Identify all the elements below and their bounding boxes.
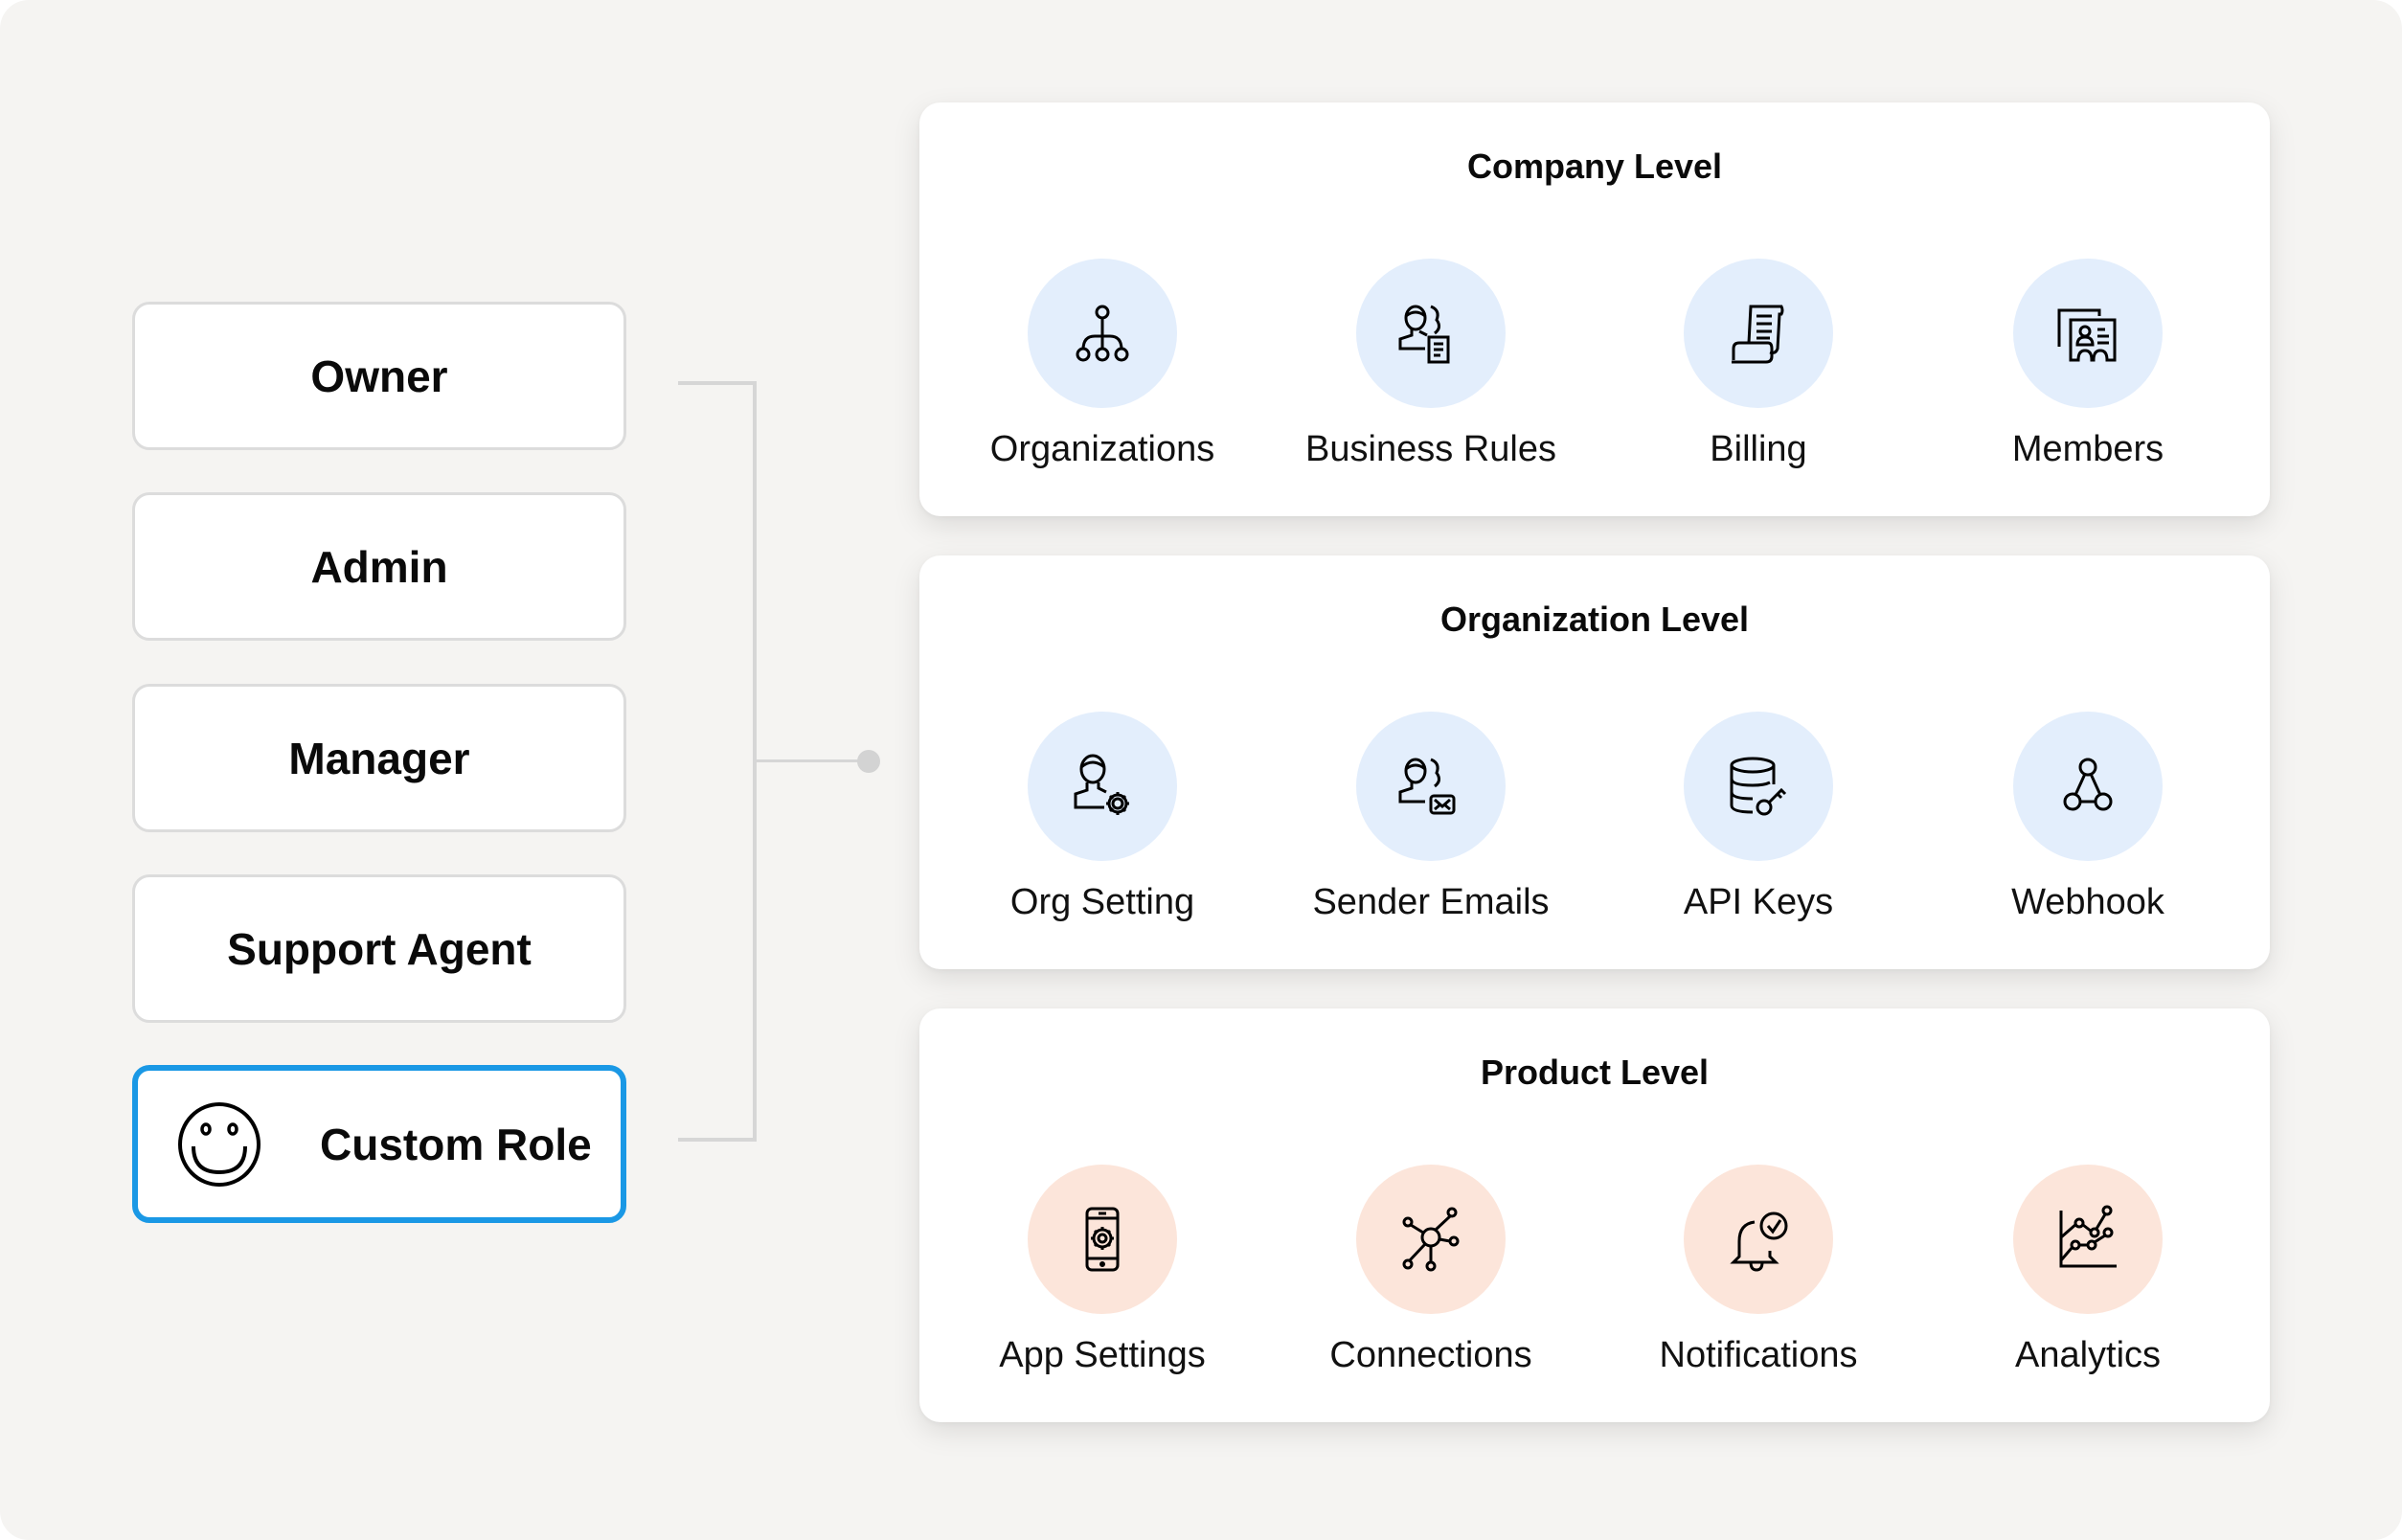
user-document-icon bbox=[1398, 305, 1450, 364]
permission-label: Connections bbox=[1329, 1335, 1532, 1375]
user-mail-icon bbox=[1398, 758, 1456, 815]
icon-circle bbox=[1684, 259, 1833, 408]
permission-label: Org Setting bbox=[1009, 882, 1195, 922]
role-label: Custom Role bbox=[320, 1119, 592, 1169]
permission-analytics[interactable]: Analytics bbox=[1935, 1165, 2241, 1376]
role-owner[interactable]: Owner bbox=[132, 302, 626, 450]
permission-webhook[interactable]: Webhook bbox=[1935, 712, 2241, 923]
permission-members[interactable]: Members bbox=[1935, 259, 2241, 470]
permission-organizations[interactable]: Organizations bbox=[949, 259, 1256, 470]
card-title: Company Level bbox=[1466, 147, 1723, 186]
diagram-canvas: Owner Admin Manager Support Agent Custom… bbox=[0, 0, 2402, 1540]
user-gear-icon bbox=[1074, 754, 1129, 815]
permission-label: Members bbox=[2011, 429, 2164, 469]
icon-circle bbox=[1356, 259, 1506, 408]
product-level-card: Product Level App Settings Connections N… bbox=[919, 1008, 2270, 1422]
smiley-icon bbox=[178, 1101, 261, 1187]
role-admin[interactable]: Admin bbox=[132, 492, 626, 641]
permission-label: Analytics bbox=[2014, 1335, 2162, 1375]
connector-top-arm bbox=[678, 381, 757, 385]
permission-label: Business Rules bbox=[1305, 429, 1556, 469]
icon-circle bbox=[1028, 712, 1177, 861]
icon-circle bbox=[2013, 1165, 2163, 1314]
role-label: Owner bbox=[310, 351, 448, 401]
permission-label: API Keys bbox=[1683, 882, 1834, 922]
phone-gear-icon bbox=[1085, 1207, 1120, 1272]
role-support-agent[interactable]: Support Agent bbox=[132, 874, 626, 1023]
permission-api-keys[interactable]: API Keys bbox=[1605, 712, 1912, 923]
icon-circle bbox=[1356, 1165, 1506, 1314]
permission-label: Organizations bbox=[989, 429, 1215, 469]
icon-circle bbox=[1356, 712, 1506, 861]
permission-business-rules[interactable]: Business Rules bbox=[1278, 259, 1584, 470]
permission-org-setting[interactable]: Org Setting bbox=[949, 712, 1256, 923]
icon-circle bbox=[1028, 1165, 1177, 1314]
receipt-scroll-icon bbox=[1732, 305, 1784, 364]
permission-label: Webhook bbox=[2011, 882, 2164, 922]
webhook-icon bbox=[2063, 758, 2113, 811]
permission-notifications[interactable]: Notifications bbox=[1605, 1165, 1912, 1376]
permission-connections[interactable]: Connections bbox=[1278, 1165, 1584, 1376]
role-label: Manager bbox=[288, 733, 470, 783]
icon-circle bbox=[1684, 1165, 1833, 1314]
permission-billing[interactable]: Billing bbox=[1605, 259, 1912, 470]
icon-circle bbox=[2013, 712, 2163, 861]
card-title: Product Level bbox=[1480, 1053, 1710, 1092]
permission-app-settings[interactable]: App Settings bbox=[949, 1165, 1256, 1376]
network-hub-icon bbox=[1402, 1207, 1460, 1272]
permission-label: App Settings bbox=[999, 1335, 1206, 1375]
company-level-card: Company Level Organizations Business Rul… bbox=[919, 102, 2270, 516]
connector-branch bbox=[757, 759, 864, 762]
permission-label: Billing bbox=[1710, 429, 1807, 469]
permission-label: Sender Emails bbox=[1312, 882, 1550, 922]
bell-check-icon bbox=[1730, 1212, 1788, 1272]
connector-dot bbox=[857, 750, 880, 773]
role-label: Admin bbox=[310, 541, 448, 592]
line-chart-icon bbox=[2059, 1205, 2117, 1268]
card-title: Organization Level bbox=[1439, 600, 1750, 639]
role-label: Support Agent bbox=[227, 923, 532, 974]
icon-circle bbox=[1028, 259, 1177, 408]
permission-label: Notifications bbox=[1659, 1335, 1858, 1375]
role-manager[interactable]: Manager bbox=[132, 684, 626, 832]
icon-circle bbox=[1684, 712, 1833, 861]
icon-circle bbox=[2013, 259, 2163, 408]
connector-bottom-arm bbox=[678, 1138, 757, 1142]
database-key-icon bbox=[1730, 757, 1787, 816]
id-cards-icon bbox=[2057, 308, 2117, 362]
hierarchy-icon bbox=[1076, 305, 1129, 362]
organization-level-card: Organization Level Org Setting Sender Em… bbox=[919, 555, 2270, 969]
role-custom-role[interactable]: Custom Role bbox=[132, 1065, 626, 1223]
permission-sender-emails[interactable]: Sender Emails bbox=[1278, 712, 1584, 923]
